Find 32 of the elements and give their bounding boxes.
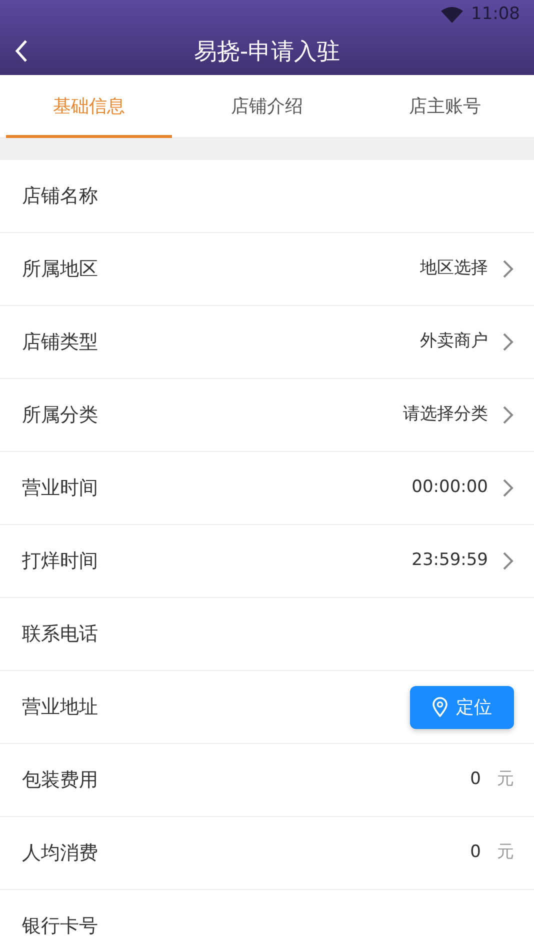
tab[interactable]: 店铺介绍 bbox=[178, 75, 356, 138]
location-pin-icon[interactable] bbox=[432, 697, 448, 717]
field-value[interactable]: 请选择分类 bbox=[403, 402, 488, 428]
chevron-icon bbox=[502, 259, 514, 279]
field-label: 打烊时间 bbox=[22, 548, 98, 574]
field-label: 包装费用 bbox=[22, 768, 98, 793]
wifi-icon bbox=[441, 7, 463, 23]
field-value[interactable]: 地区选择 bbox=[420, 256, 488, 282]
field-label: 营业地址 bbox=[22, 694, 98, 720]
amount-value[interactable]: 0 bbox=[470, 840, 481, 866]
field-label: 营业时间 bbox=[22, 476, 98, 501]
field-label: 联系电话 bbox=[22, 622, 98, 647]
chevron-icon bbox=[502, 478, 514, 498]
field-label: 所属分类 bbox=[22, 402, 98, 428]
field-value[interactable]: 00:00:00 bbox=[412, 475, 488, 501]
status-time: 11:08 bbox=[471, 3, 520, 26]
tab[interactable]: 店主账号 bbox=[356, 75, 534, 138]
field-label: 店铺名称 bbox=[22, 184, 98, 209]
back-icon[interactable] bbox=[14, 38, 28, 63]
field-label: 银行卡号 bbox=[22, 914, 98, 939]
page-title: 易挠-申请入驻 bbox=[194, 38, 340, 68]
field-label: 人均消费 bbox=[22, 840, 98, 866]
chevron-icon bbox=[502, 551, 514, 571]
field-value[interactable]: 23:59:59 bbox=[412, 548, 488, 574]
unit-label: 元 bbox=[497, 768, 514, 792]
unit-label: 元 bbox=[497, 841, 514, 864]
field-label: 店铺类型 bbox=[22, 330, 98, 355]
field-label: 所属地区 bbox=[22, 256, 98, 282]
amount-value[interactable]: 0 bbox=[470, 767, 481, 793]
chevron-icon bbox=[502, 332, 514, 352]
chevron-icon bbox=[502, 405, 514, 425]
field-value[interactable]: 外卖商户 bbox=[420, 329, 488, 355]
